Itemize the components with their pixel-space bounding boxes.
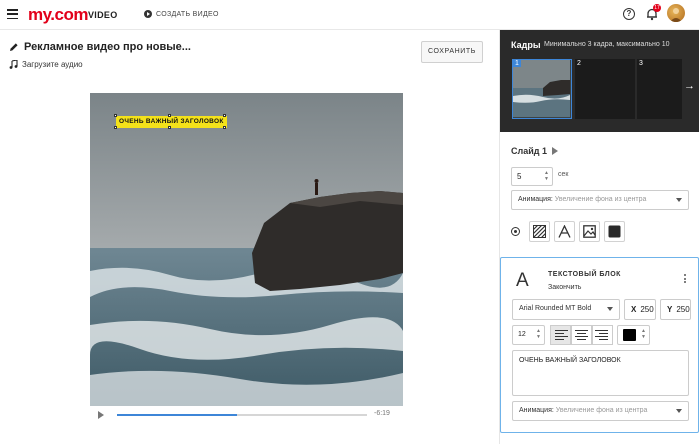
animation-value: Увеличение фона из центра <box>555 407 648 414</box>
finish-link[interactable]: Закончить <box>548 284 581 291</box>
stepper-arrows-icon[interactable]: ▲ ▼ <box>544 170 549 182</box>
resize-handle[interactable] <box>114 126 117 129</box>
avatar[interactable] <box>667 4 685 22</box>
slide-title[interactable]: Слайд 1 <box>511 146 558 156</box>
x-position-field[interactable]: X 250 <box>624 299 656 320</box>
frame-thumbnail[interactable]: 3 <box>637 59 682 119</box>
frame-number: 2 <box>577 60 581 67</box>
save-button[interactable]: СОХРАНИТЬ <box>421 41 483 63</box>
resize-handle[interactable] <box>114 114 117 117</box>
x-label: X <box>631 305 637 314</box>
stepper-arrows-icon[interactable]: ▲ ▼ <box>641 328 646 340</box>
animation-value: Увеличение фона из центра <box>554 196 647 203</box>
resize-handle[interactable] <box>223 114 226 117</box>
font-size-stepper[interactable]: 12 ▲ ▼ <box>512 325 545 345</box>
text-overlay[interactable]: ОЧЕНЬ ВАЖНЫЙ ЗАГОЛОВОК <box>116 116 227 128</box>
resize-handle[interactable] <box>168 114 171 117</box>
pattern-tool-button[interactable] <box>529 221 550 242</box>
target-icon[interactable] <box>511 227 520 236</box>
slide-title-label: Слайд 1 <box>511 146 547 156</box>
time-remaining: -6:19 <box>374 410 390 417</box>
fill-tool-button[interactable] <box>604 221 625 242</box>
video-preview[interactable] <box>90 93 403 406</box>
text-content-input[interactable]: ОЧЕНЬ ВАЖНЫЙ ЗАГОЛОВОК <box>512 350 689 396</box>
notification-badge: 17 <box>653 4 661 12</box>
frame-image <box>513 60 570 117</box>
upload-audio-label: Загрузите аудио <box>22 60 83 69</box>
text-animation-select[interactable]: Анимация: Увеличение фона из центра <box>512 401 689 421</box>
video-title-row[interactable]: Рекламное видео про новые... <box>9 41 191 53</box>
progress-bar[interactable] <box>117 414 367 416</box>
duration-value: 5 <box>517 172 522 181</box>
image-tool-button[interactable] <box>579 221 600 242</box>
pencil-icon <box>10 43 18 51</box>
more-vertical-icon[interactable] <box>684 274 687 283</box>
x-value: 250 <box>640 305 654 314</box>
chevron-down-icon <box>676 409 682 413</box>
y-position-field[interactable]: Y 250 <box>660 299 691 320</box>
settings-panel: Кадры Минимально 3 кадра, максимально 10… <box>499 30 699 444</box>
stepper-arrows-icon[interactable]: ▲ ▼ <box>536 328 541 340</box>
image-icon <box>583 225 596 238</box>
element-tools <box>511 221 625 242</box>
text-tool-button[interactable] <box>554 221 575 242</box>
pattern-icon <box>533 225 546 238</box>
text-block-icon: A <box>516 270 529 291</box>
duration-unit: сек <box>558 171 569 178</box>
frames-subtitle: Минимально 3 кадра, максимально 10 <box>544 41 670 48</box>
align-right-button[interactable] <box>592 325 613 345</box>
create-video-label: СОЗДАТЬ ВИДЕО <box>156 10 219 18</box>
text-block-title: ТЕКСТОВЫЙ БЛОК <box>548 271 621 278</box>
frame-thumbnail[interactable]: 1 <box>512 59 572 119</box>
preview-image <box>90 93 403 406</box>
frames-section: Кадры Минимально 3 кадра, максимально 10… <box>500 30 699 132</box>
progress-fill <box>117 414 237 416</box>
brand-logo[interactable]: my.com <box>28 5 89 25</box>
animation-label: Анимация: <box>518 196 553 203</box>
text-align-group <box>550 325 613 345</box>
upload-audio-link[interactable]: Загрузите аудио <box>9 60 83 69</box>
text-color-picker[interactable]: ▲ ▼ <box>617 325 650 345</box>
play-icon[interactable] <box>98 411 104 419</box>
text-block-panel: A ТЕКСТОВЫЙ БЛОК Закончить Arial Rounded… <box>500 257 699 433</box>
menu-icon[interactable] <box>7 9 18 20</box>
play-circle-icon <box>144 10 152 18</box>
font-value: Arial Rounded MT Bold <box>519 305 592 312</box>
frames-title: Кадры <box>511 40 541 50</box>
play-icon[interactable] <box>551 147 558 155</box>
video-title: Рекламное видео про новые... <box>24 41 191 53</box>
y-value: 250 <box>676 305 690 314</box>
resize-handle[interactable] <box>223 126 226 129</box>
font-size-value: 12 <box>518 331 526 338</box>
color-fill-icon <box>608 225 621 238</box>
help-icon[interactable]: ? <box>623 8 635 20</box>
chevron-down-icon <box>607 307 613 311</box>
create-video-link[interactable]: СОЗДАТЬ ВИДЕО <box>144 10 219 18</box>
y-label: Y <box>667 305 673 314</box>
duration-stepper[interactable]: 5 ▲ ▼ <box>511 167 553 186</box>
video-player-controls: -6:19 <box>90 407 403 423</box>
arrow-right-icon[interactable]: → <box>684 80 695 92</box>
slide-animation-select[interactable]: Анимация: Увеличение фона из центра <box>511 190 689 210</box>
section-label: VIDEO <box>88 10 118 20</box>
text-icon <box>558 225 571 238</box>
music-note-icon <box>9 60 18 69</box>
frame-number: 3 <box>639 60 643 67</box>
color-swatch <box>623 329 636 341</box>
chevron-down-icon <box>676 198 682 202</box>
frame-number: 1 <box>513 60 521 67</box>
frame-thumbnail[interactable]: 2 <box>575 59 635 119</box>
align-left-button[interactable] <box>550 325 571 345</box>
animation-label: Анимация: <box>519 407 554 414</box>
font-select[interactable]: Arial Rounded MT Bold <box>512 299 620 320</box>
resize-handle[interactable] <box>168 126 171 129</box>
top-bar: my.com VIDEO СОЗДАТЬ ВИДЕО ? 17 <box>0 0 699 30</box>
align-center-button[interactable] <box>571 325 592 345</box>
